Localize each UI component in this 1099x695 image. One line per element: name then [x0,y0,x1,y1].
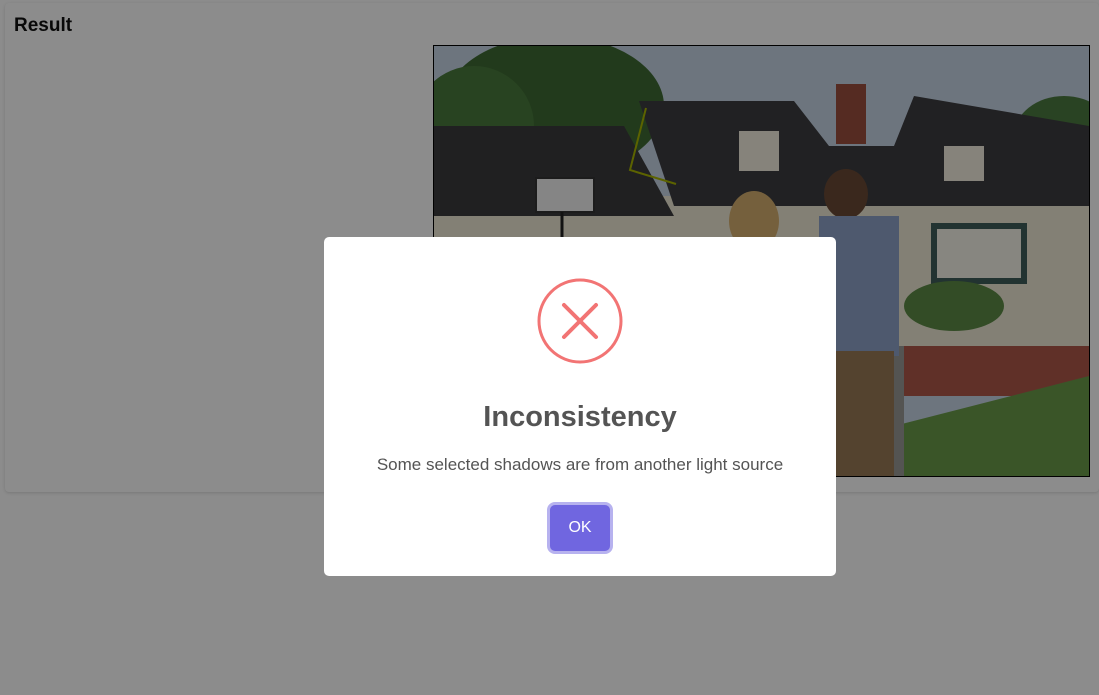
alert-dialog: Inconsistency Some selected shadows are … [324,237,836,576]
dialog-title: Inconsistency [483,401,677,433]
error-x-icon [536,277,624,365]
dialog-message: Some selected shadows are from another l… [376,455,784,474]
ok-button[interactable]: OK [550,505,610,551]
